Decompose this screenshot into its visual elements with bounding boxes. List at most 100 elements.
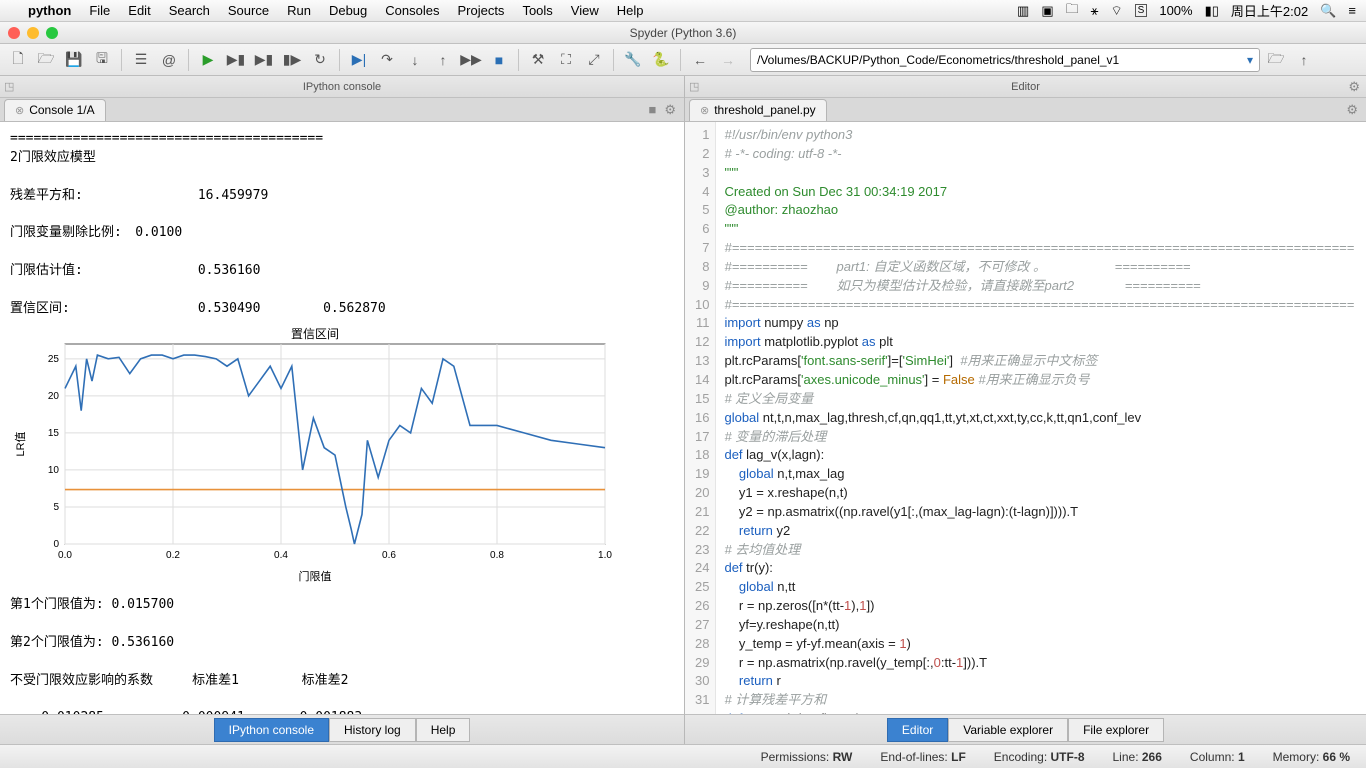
editor-tab-options-icon[interactable]: ⚙ <box>1346 102 1358 118</box>
browse-dir-button[interactable]: 🗁 <box>1264 48 1288 72</box>
clock[interactable]: 周日上午2:02 <box>1231 1 1308 20</box>
tab-close-icon[interactable]: ⊗ <box>15 104 24 117</box>
menu-icon[interactable]: ≡ <box>1348 3 1356 18</box>
menu-view[interactable]: View <box>571 3 599 18</box>
minimize-window-button[interactable] <box>27 27 39 39</box>
left-pane: ◳ IPython console ⊗ Console 1/A ■ ⚙ ====… <box>0 76 685 714</box>
left-pane-title: IPython console <box>303 81 381 93</box>
chart-container: 置信区间0.00.20.40.60.81.00510152025门限值LR值 <box>10 324 674 590</box>
rerun-button[interactable]: ↻ <box>308 48 332 72</box>
menu-help[interactable]: Help <box>617 3 644 18</box>
menu-source[interactable]: Source <box>228 3 269 18</box>
display-icon[interactable]: ▣ <box>1041 3 1053 19</box>
pane-popout-icon[interactable]: ◳ <box>689 80 699 93</box>
tab-file-explorer[interactable]: File explorer <box>1068 718 1164 742</box>
editor-tab-label: threshold_panel.py <box>714 103 815 117</box>
tab-ipython-console[interactable]: IPython console <box>214 718 329 742</box>
svg-text:0.2: 0.2 <box>166 550 180 561</box>
main-toolbar: 🗋 🗁 💾 🖫 ☰ @ ▶ ▶▮ ▶▮ ▮▶ ↻ ▶| ↷ ↓ ↑ ▶▶ ■ ⚒… <box>0 44 1366 76</box>
forward-button[interactable]: → <box>716 48 740 72</box>
maximize-window-button[interactable] <box>46 27 58 39</box>
tab-variable-explorer[interactable]: Variable explorer <box>948 718 1068 742</box>
mem-value: 66 % <box>1323 750 1350 764</box>
editor-tab[interactable]: ⊗ threshold_panel.py <box>689 99 827 121</box>
menu-search[interactable]: Search <box>169 3 210 18</box>
pane-popout-icon[interactable]: ◳ <box>4 80 14 93</box>
console-tab[interactable]: ⊗ Console 1/A <box>4 99 106 121</box>
menu-file[interactable]: File <box>89 3 110 18</box>
step-over-button[interactable]: ↷ <box>375 48 399 72</box>
working-dir-text: /Volumes/BACKUP/Python_Code/Econometrics… <box>757 53 1247 67</box>
confidence-interval-chart: 置信区间0.00.20.40.60.81.00510152025门限值LR值 <box>10 324 620 584</box>
close-window-button[interactable] <box>8 27 20 39</box>
chevron-down-icon[interactable]: ▾ <box>1247 53 1253 67</box>
debug-button[interactable]: ▶| <box>347 48 371 72</box>
menu-tools[interactable]: Tools <box>522 3 552 18</box>
run-cell-advance-button[interactable]: ▶▮ <box>252 48 276 72</box>
parent-dir-button[interactable]: ↑ <box>1292 48 1316 72</box>
preferences-button[interactable]: 🔧 <box>621 48 645 72</box>
step-into-button[interactable]: ↓ <box>403 48 427 72</box>
svg-text:20: 20 <box>48 391 60 402</box>
battery-text: 100% <box>1159 3 1192 18</box>
menu-debug[interactable]: Debug <box>329 3 367 18</box>
encoding-label: Encoding: <box>994 750 1047 764</box>
menu-run[interactable]: Run <box>287 3 311 18</box>
maximize-pane-button[interactable]: ⛶ <box>554 48 578 72</box>
tab-help[interactable]: Help <box>416 718 471 742</box>
tab-editor[interactable]: Editor <box>887 718 948 742</box>
eol-value: LF <box>951 750 966 764</box>
window-title: Spyder (Python 3.6) <box>630 26 737 40</box>
bluetooth-icon[interactable]: ⚹ <box>1091 3 1099 19</box>
continue-button[interactable]: ▶▶ <box>459 48 483 72</box>
stop-console-button[interactable]: ■ <box>648 102 656 118</box>
list-icon[interactable]: ☰ <box>129 48 153 72</box>
back-button[interactable]: ← <box>688 48 712 72</box>
fullscreen-button[interactable]: ⤢ <box>582 48 606 72</box>
menu-consoles[interactable]: Consoles <box>385 3 439 18</box>
run-cell-button[interactable]: ▶▮ <box>224 48 248 72</box>
menu-projects[interactable]: Projects <box>457 3 504 18</box>
save-all-button[interactable]: 🖫 <box>90 48 114 72</box>
console-options-icon[interactable]: ⚙ <box>664 102 676 118</box>
svg-text:0.0: 0.0 <box>58 550 72 561</box>
tool-button-1[interactable]: ⚒ <box>526 48 550 72</box>
working-dir-input[interactable]: /Volumes/BACKUP/Python_Code/Econometrics… <box>750 48 1260 72</box>
at-icon[interactable]: @ <box>157 48 181 72</box>
new-file-button[interactable]: 🗋 <box>6 48 30 72</box>
save-button[interactable]: 💾 <box>62 48 86 72</box>
console-output[interactable]: ========================================… <box>0 122 684 714</box>
app-name[interactable]: python <box>28 3 71 18</box>
run-button[interactable]: ▶ <box>196 48 220 72</box>
console-tabbar: ⊗ Console 1/A ■ ⚙ <box>0 98 684 122</box>
line-label: Line: <box>1113 750 1139 764</box>
window-titlebar: Spyder (Python 3.6) <box>0 22 1366 44</box>
input-icon[interactable]: S <box>1135 4 1148 17</box>
code-editor[interactable]: 1234567891011121314151617181920212223242… <box>685 122 1366 714</box>
menu-edit[interactable]: Edit <box>128 3 150 18</box>
editor-options-icon[interactable]: ⚙ <box>1348 79 1360 95</box>
spotlight-icon[interactable]: 🔍 <box>1320 3 1336 19</box>
eol-label: End-of-lines: <box>880 750 947 764</box>
tab-close-icon[interactable]: ⊗ <box>700 104 709 117</box>
run-selection-button[interactable]: ▮▶ <box>280 48 304 72</box>
open-file-button[interactable]: 🗁 <box>34 48 58 72</box>
python-path-button[interactable]: 🐍 <box>649 48 673 72</box>
wifi-icon[interactable]: ⌔ <box>1110 3 1122 19</box>
col-label: Column: <box>1190 750 1235 764</box>
macos-menubar: python File Edit Search Source Run Debug… <box>0 0 1366 22</box>
tray-icon[interactable]: ▥ <box>1017 3 1029 19</box>
svg-text:门限值: 门限值 <box>299 569 332 583</box>
left-bottom-tabs: IPython console History log Help <box>0 714 685 744</box>
console-text-bottom: 第1个门限值为: 0.015700 第2个门限值为: 0.536160 不受门限… <box>10 596 674 714</box>
svg-text:0.6: 0.6 <box>382 550 396 561</box>
console-text-top: ========================================… <box>10 130 674 318</box>
battery-icon[interactable]: ▮▯ <box>1205 3 1219 19</box>
svg-text:25: 25 <box>48 354 60 365</box>
step-out-button[interactable]: ↑ <box>431 48 455 72</box>
tab-history-log[interactable]: History log <box>329 718 416 742</box>
line-value: 266 <box>1142 750 1162 764</box>
code-content[interactable]: #!/usr/bin/env python3# -*- coding: utf-… <box>716 122 1362 714</box>
folder-icon[interactable]: 🗀 <box>1066 0 1079 22</box>
stop-debug-button[interactable]: ■ <box>487 48 511 72</box>
